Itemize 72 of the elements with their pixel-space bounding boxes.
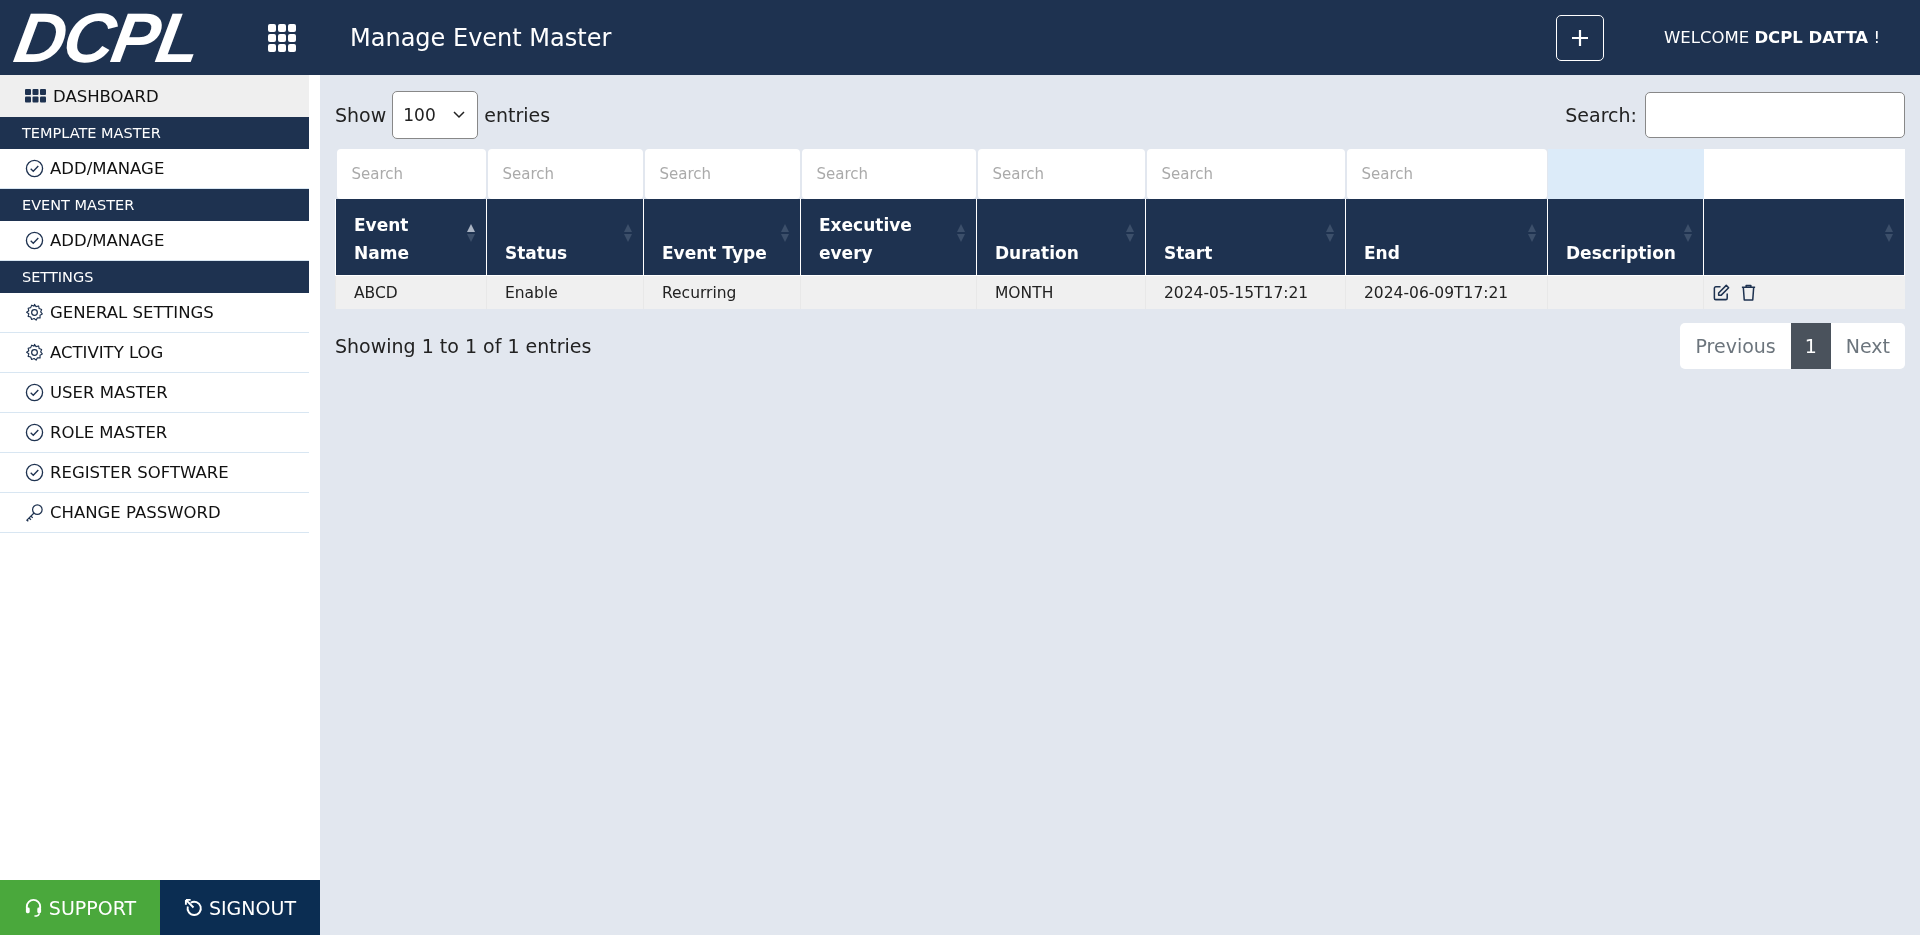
sidebar-item-label: ROLE MASTER xyxy=(50,423,168,442)
search-label: Search: xyxy=(1565,104,1637,126)
check-circle-icon xyxy=(25,423,44,442)
page-title: Manage Event Master xyxy=(350,23,613,52)
plus-icon xyxy=(1570,27,1591,48)
chevron-down-icon xyxy=(453,111,466,119)
column-header-label: Start xyxy=(1164,243,1213,263)
column-header-label: Duration xyxy=(995,243,1079,263)
column-search-field[interactable]: Search xyxy=(977,149,1145,199)
logo: DCPL xyxy=(9,2,207,73)
column-header-label: Description xyxy=(1566,243,1676,263)
column-search-field[interactable]: Search xyxy=(801,149,976,199)
search-field[interactable] xyxy=(1645,92,1905,138)
sidebar-item-label: CHANGE PASSWORD xyxy=(50,503,221,522)
entries-label: entries xyxy=(484,104,551,126)
table-cell: MONTH xyxy=(976,275,1146,309)
column-header-label: Executive every xyxy=(819,215,912,263)
column-header[interactable]: Start xyxy=(1145,199,1346,276)
sidebar-item-label: ADD/MANAGE xyxy=(50,159,165,178)
sign-out-arrow-icon xyxy=(183,898,203,917)
column-header-label: End xyxy=(1364,243,1400,263)
grid-icon xyxy=(25,89,47,103)
headset-icon xyxy=(23,898,43,917)
sidebar-section-header: SETTINGS xyxy=(0,261,309,293)
key-icon xyxy=(25,503,44,522)
column-header[interactable]: Status xyxy=(486,199,644,276)
column-search-field[interactable]: Search xyxy=(1146,149,1345,199)
sidebar-item-label: ACTIVITY LOG xyxy=(50,343,164,362)
table-cell: Enable xyxy=(486,275,644,309)
settings-icon xyxy=(25,343,44,362)
sidebar-item-label: DASHBOARD xyxy=(53,86,159,106)
column-header[interactable]: Event Type xyxy=(643,199,801,276)
check-circle-icon xyxy=(25,383,44,402)
settings-icon xyxy=(25,303,44,322)
sidebar-section-header: TEMPLATE MASTER xyxy=(0,117,309,149)
column-search-field[interactable]: Search xyxy=(336,149,486,199)
page-button[interactable]: 1 xyxy=(1790,323,1831,369)
column-header-label: Status xyxy=(505,243,568,263)
trash-icon[interactable] xyxy=(1739,283,1757,302)
sort-icon[interactable] xyxy=(466,223,476,243)
check-circle-icon xyxy=(25,231,44,250)
column-search-field[interactable]: Search xyxy=(644,149,800,199)
column-search-field[interactable]: Search xyxy=(487,149,643,199)
table-cell: Recurring xyxy=(643,275,801,309)
sidebar-section-header: EVENT MASTER xyxy=(0,189,309,221)
column-header[interactable]: Description xyxy=(1547,199,1704,276)
column-header[interactable]: Executive every xyxy=(800,199,977,276)
column-header-label: Event Name xyxy=(354,215,409,263)
column-header[interactable]: Duration xyxy=(976,199,1146,276)
sidebar-item[interactable]: DASHBOARD xyxy=(0,75,309,117)
show-label: Show xyxy=(335,104,387,126)
column-header[interactable] xyxy=(1703,199,1905,276)
check-circle-icon xyxy=(25,463,44,482)
table-cell: 2024-06-09T17:21 xyxy=(1345,275,1548,309)
sidebar-item-label: REGISTER SOFTWARE xyxy=(50,463,229,482)
column-search-field[interactable]: Search xyxy=(1346,149,1547,199)
column-header[interactable]: Event Name xyxy=(335,199,487,276)
add-button[interactable] xyxy=(1556,14,1605,61)
apps-grid-icon[interactable] xyxy=(268,23,296,52)
sidebar-item-label: USER MASTER xyxy=(50,383,168,402)
table-cell: 2024-05-15T17:21 xyxy=(1145,275,1346,309)
check-circle-icon xyxy=(25,159,44,178)
column-header-label: Event Type xyxy=(662,243,767,263)
table-cell: ABCD xyxy=(335,275,487,309)
edit-icon[interactable] xyxy=(1712,283,1731,302)
welcome-text: WELCOME DCPL DATTA ! xyxy=(1664,26,1880,49)
page-size-select[interactable]: 100 xyxy=(392,91,479,139)
sidebar-item-label: ADD/MANAGE xyxy=(50,231,165,250)
sidebar-item-label: GENERAL SETTINGS xyxy=(50,303,214,322)
signout-button[interactable]: SIGNOUT xyxy=(160,880,320,935)
column-header[interactable]: End xyxy=(1345,199,1548,276)
entries-info: Showing 1 to 1 of 1 entries xyxy=(335,335,592,357)
